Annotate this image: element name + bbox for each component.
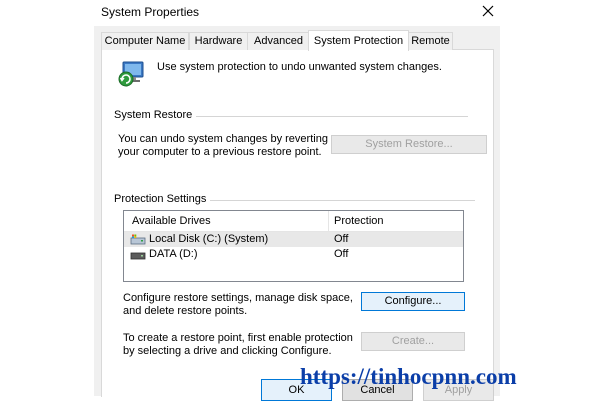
tab-hardware[interactable]: Hardware	[189, 32, 248, 50]
close-icon	[482, 5, 494, 17]
drive-icon	[130, 249, 146, 260]
drive-protection-status: Off	[334, 233, 349, 245]
tab-computer-name[interactable]: Computer Name	[101, 32, 189, 50]
close-button[interactable]	[478, 1, 498, 21]
watermark-text: https://tinhocpnn.com	[300, 364, 517, 389]
drive-protection-status: Off	[334, 248, 349, 260]
system-drive-icon	[130, 234, 146, 245]
intro-text: Use system protection to undo unwanted s…	[157, 61, 442, 73]
system-restore-description-1: You can undo system changes by reverting	[118, 133, 328, 145]
window-title: System Properties	[101, 5, 200, 19]
drive-name: Local Disk (C:) (System)	[149, 233, 269, 245]
system-restore-title: System Restore	[114, 109, 197, 121]
column-header-drives[interactable]: Available Drives	[132, 215, 211, 227]
drives-list[interactable]: Available Drives Protection Local Disk (…	[123, 210, 464, 282]
configure-description-2: and delete restore points.	[123, 305, 248, 317]
system-restore-description-2: your computer to a previous restore poin…	[118, 146, 322, 158]
drive-row-d[interactable]: DATA (D:) Off	[124, 247, 463, 262]
drives-list-header: Available Drives Protection	[124, 211, 463, 232]
create-button[interactable]: Create...	[361, 332, 465, 351]
tab-advanced[interactable]: Advanced	[247, 32, 310, 50]
column-header-protection[interactable]: Protection	[334, 215, 384, 227]
create-description-2: by selecting a drive and clicking Config…	[123, 345, 332, 357]
drive-name: DATA (D:)	[149, 248, 198, 260]
system-protection-icon	[117, 59, 147, 89]
tab-system-protection[interactable]: System Protection	[308, 30, 409, 51]
drive-row-c[interactable]: Local Disk (C:) (System) Off	[124, 232, 463, 247]
configure-button[interactable]: Configure...	[361, 292, 465, 311]
column-separator	[328, 211, 329, 231]
create-description-1: To create a restore point, first enable …	[123, 332, 353, 344]
tab-remote[interactable]: Remote	[408, 32, 453, 50]
system-restore-button[interactable]: System Restore...	[331, 135, 487, 154]
protection-settings-title: Protection Settings	[114, 193, 211, 205]
configure-description-1: Configure restore settings, manage disk …	[123, 292, 353, 304]
